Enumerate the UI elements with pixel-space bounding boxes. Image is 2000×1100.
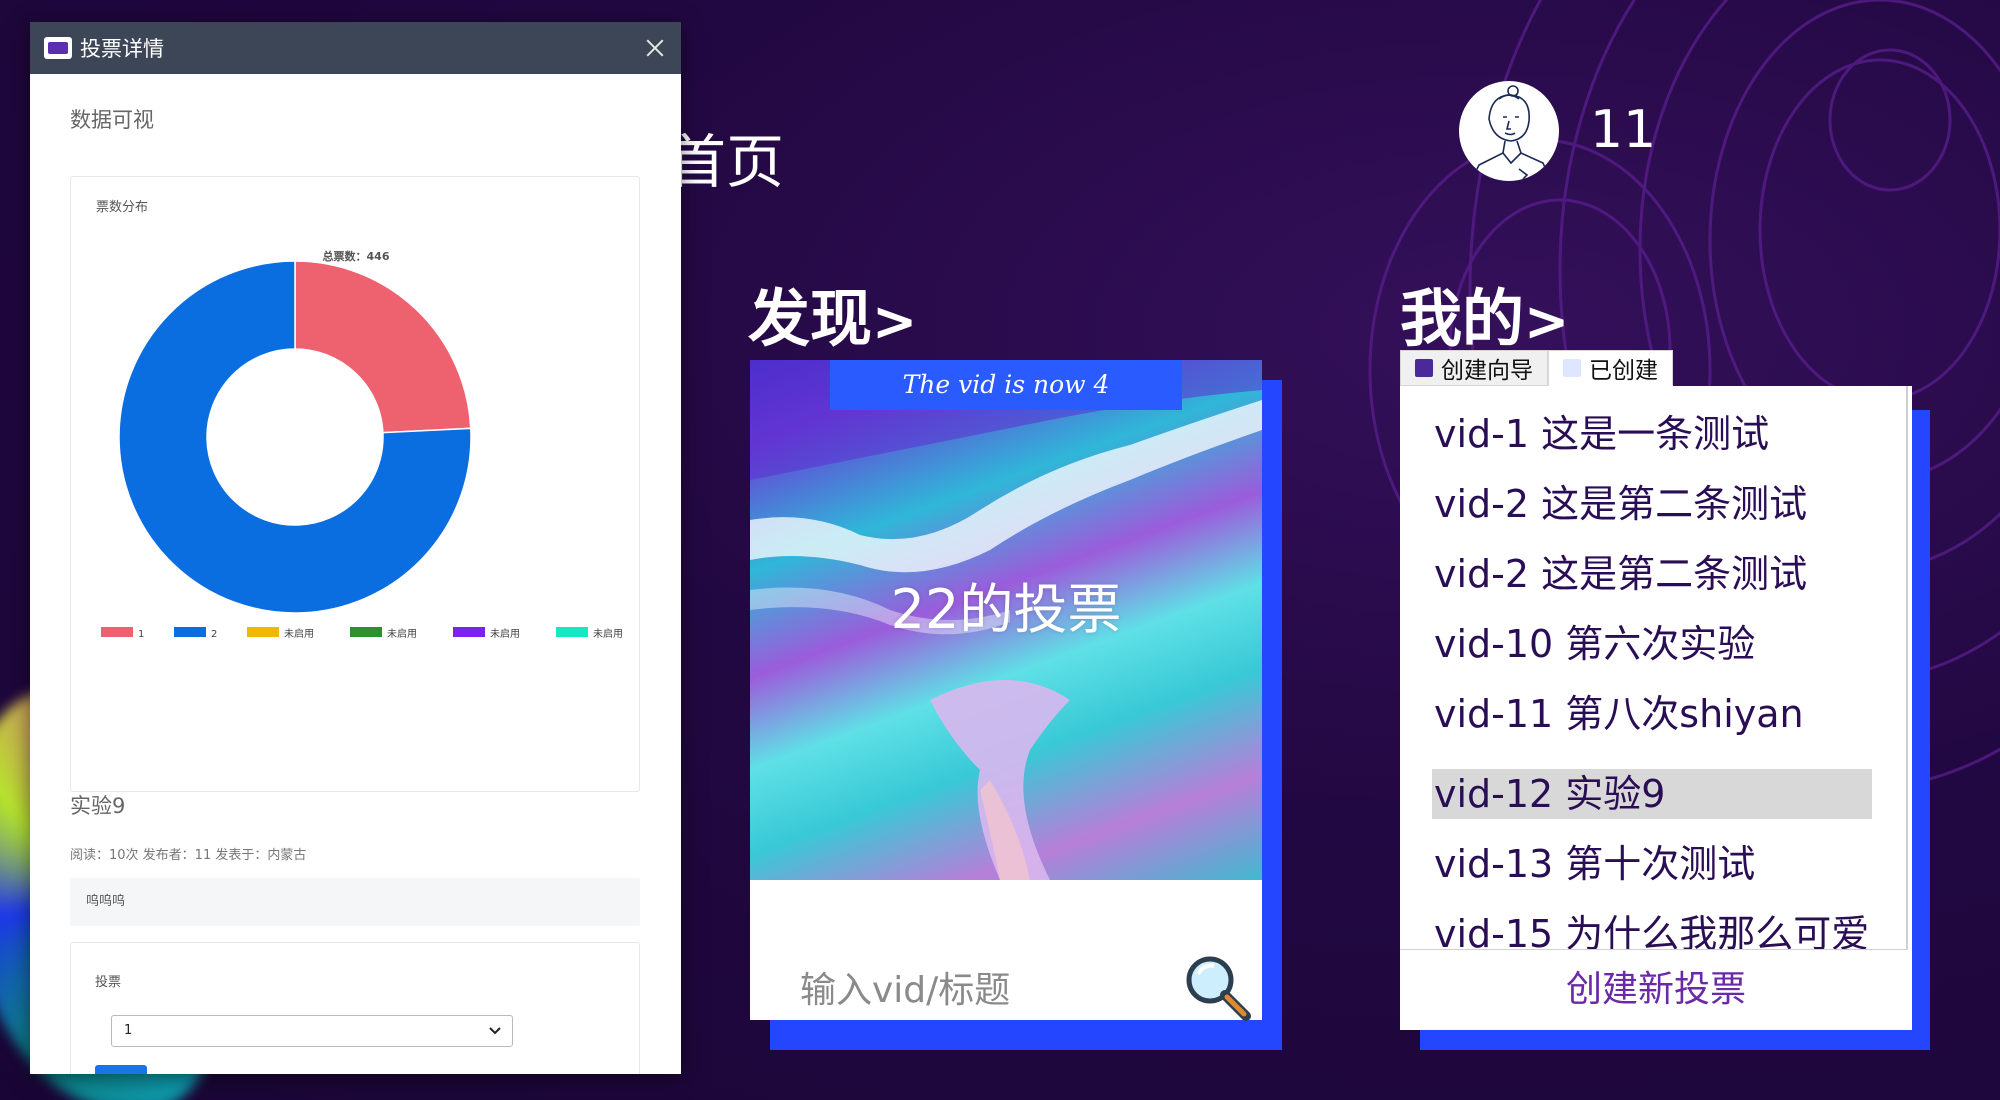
chevron-down-icon — [489, 1027, 501, 1035]
search-input[interactable] — [800, 960, 1160, 1020]
chart-panel: 票数分布 总票数：446 1 2 未启用 未启用 未启用 未启用 — [70, 176, 640, 792]
mine-heading[interactable]: 我的> — [1400, 268, 1569, 358]
vote-label: 投票 — [95, 975, 122, 990]
user-count: 11 — [1590, 100, 1657, 160]
discover-heading[interactable]: 发现> — [748, 268, 917, 358]
poll-title: 实验9 — [70, 794, 126, 818]
legend-swatch[interactable] — [556, 627, 588, 637]
legend-label: 未启用 — [593, 627, 623, 640]
tab-label: 创建向导 — [1441, 358, 1533, 384]
legend-label: 1 — [138, 629, 144, 640]
avatar-illustration-icon — [1470, 85, 1552, 181]
vote-option-select[interactable]: 1 — [111, 1015, 513, 1047]
vote-selected-value: 1 — [124, 1023, 133, 1038]
mine-tabs: 创建向导 已创建 — [1400, 350, 1673, 386]
discover-card: The vid is now 4 22的投票 — [750, 360, 1262, 1021]
magnifier-search-icon[interactable] — [1182, 952, 1254, 1024]
modal-title: 投票详情 — [80, 37, 164, 61]
app-logo-icon — [44, 37, 72, 59]
list-item[interactable]: vid-2 这是第二条测试 — [1432, 549, 1872, 599]
featured-poll-title[interactable]: 22的投票 — [750, 565, 1262, 644]
list-item[interactable]: vid-11 第八次shiyan — [1432, 689, 1872, 739]
legend-swatch[interactable] — [174, 627, 206, 637]
legend-label: 2 — [211, 629, 217, 640]
discover-heading-label: 发现 — [748, 282, 873, 355]
poll-content: 呜呜呜 — [70, 878, 640, 926]
legend-swatch[interactable] — [453, 627, 485, 637]
mine-card: vid-1 这是一条测试 vid-2 这是第二条测试 vid-2 这是第二条测试… — [1400, 386, 1912, 1030]
modal-body[interactable]: 数据可视 票数分布 总票数：446 1 2 未启用 未启用 未启用 未启用 实验9 阅读：… — [30, 74, 681, 1074]
tab-created[interactable]: 已创建 — [1548, 350, 1673, 386]
list-item[interactable]: vid-2 这是第二条测试 — [1432, 479, 1872, 529]
modal-header: 投票详情 — [30, 22, 681, 74]
chart-title: 票数分布 — [96, 200, 148, 215]
section-label-visualization: 数据可视 — [70, 108, 154, 132]
vote-distribution-chart: 票数分布 总票数：446 1 2 未启用 未启用 未启用 未启用 — [96, 200, 623, 640]
unvote-logo-icon — [1415, 359, 1433, 377]
mine-heading-label: 我的 — [1400, 282, 1525, 355]
list-item-selected[interactable]: vid-12 实验9 — [1432, 769, 1872, 819]
legend-swatch[interactable] — [350, 627, 382, 637]
list-item[interactable]: vid-1 这是一条测试 — [1432, 409, 1872, 459]
legend-label: 未启用 — [284, 627, 314, 640]
list-item[interactable]: vid-15 为什么我那么可爱 — [1432, 909, 1872, 949]
chart-subtitle: 总票数：446 — [323, 249, 390, 263]
ocean-aerial-image[interactable]: The vid is now 4 22的投票 — [750, 360, 1262, 880]
discover-arrow: > — [872, 290, 918, 353]
created-poll-list[interactable]: vid-1 这是一条测试 vid-2 这是第二条测试 vid-2 这是第二条测试… — [1400, 386, 1908, 950]
vote-panel: 投票 1 — [70, 942, 640, 1074]
legend-swatch[interactable] — [101, 627, 133, 637]
legend-label: 未启用 — [387, 627, 417, 640]
tab-create-wizard[interactable]: 创建向导 — [1400, 350, 1548, 386]
list-item[interactable]: vid-13 第十次测试 — [1432, 839, 1872, 889]
page-title: 首页 — [668, 128, 785, 196]
user-avatar[interactable] — [1459, 81, 1559, 181]
close-icon[interactable] — [643, 36, 667, 60]
create-new-poll-button[interactable]: 创建新投票 — [1400, 950, 1912, 1030]
list-item[interactable]: vid-10 第六次实验 — [1432, 619, 1872, 669]
donut-slice-1[interactable] — [294, 260, 472, 434]
vote-submit-button[interactable] — [95, 1065, 147, 1074]
poll-meta: 阅读：10次 发布者：11 发表于：内蒙古 — [70, 848, 307, 863]
legend-swatch[interactable] — [247, 627, 279, 637]
tab-label: 已创建 — [1589, 358, 1658, 384]
poll-details-modal: 投票详情 数据可视 票数分布 总票数：446 1 2 未启用 未启用 未启用 未启用 实验… — [30, 22, 681, 1074]
mine-arrow: > — [1524, 290, 1570, 353]
app-logo-icon — [1563, 359, 1581, 377]
legend-label: 未启用 — [490, 627, 520, 640]
vid-banner: The vid is now 4 — [830, 360, 1182, 410]
